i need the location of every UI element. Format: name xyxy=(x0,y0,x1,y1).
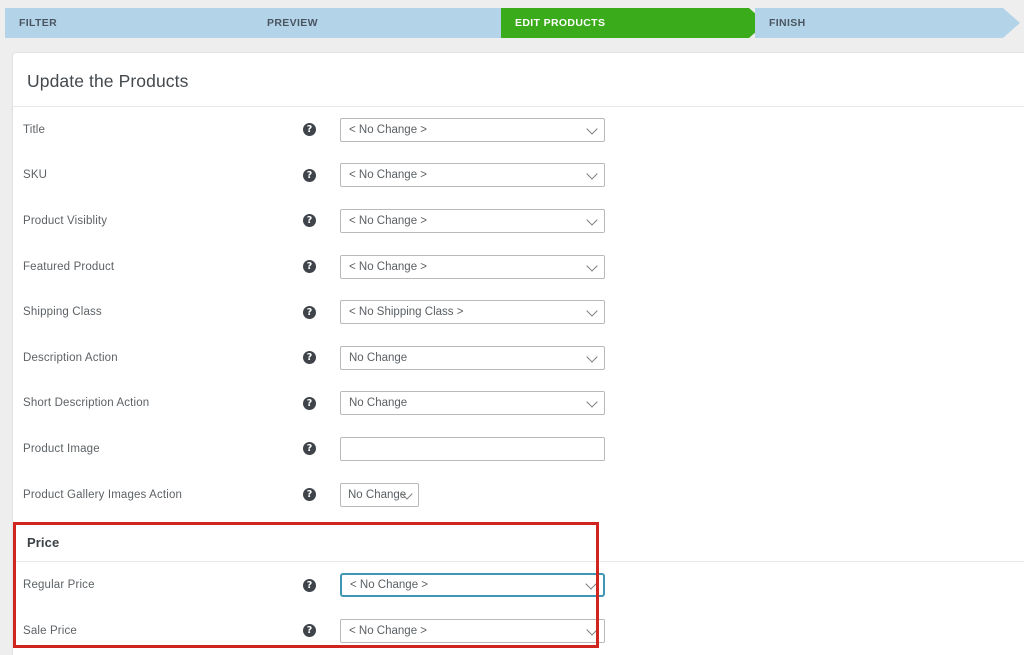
select-value: < No Change > xyxy=(350,579,429,592)
field-label-short-description-action: Short Description Action xyxy=(23,397,150,410)
select-value: < No Change > xyxy=(349,214,428,227)
price-section: Price Regular Price? < No Change > Sale Pr… xyxy=(13,517,1024,653)
help-icon[interactable]: ? xyxy=(303,488,316,502)
field-row-title: Title? < No Change > xyxy=(13,107,1024,153)
price-fields-list: Regular Price? < No Change > Sale Price? < … xyxy=(13,562,1024,653)
field-control-wrap: No Change xyxy=(340,482,419,507)
help-icon[interactable]: ? xyxy=(303,442,316,456)
chevron-down-icon xyxy=(586,351,598,363)
field-label-description-action: Description Action xyxy=(23,351,118,364)
chevron-down-icon xyxy=(586,259,598,272)
wizard-step-filter[interactable]: FILTER xyxy=(5,8,270,38)
field-control-wrap: < No Change > xyxy=(340,573,605,598)
field-control-wrap: < No Change > xyxy=(340,163,605,188)
chevron-down-icon xyxy=(586,214,598,226)
field-label-regular-price: Regular Price xyxy=(23,579,95,592)
field-row-product-image: Product Image? xyxy=(13,426,1024,472)
help-icon[interactable]: ? xyxy=(303,168,316,182)
page-title: Update the Products xyxy=(27,71,189,91)
wizard-step-finish[interactable]: FINISH xyxy=(755,8,1020,38)
field-control-wrap: No Change xyxy=(340,345,605,370)
select-shipping-class[interactable]: < No Shipping Class > xyxy=(340,300,605,325)
select-value: < No Change > xyxy=(349,123,428,136)
input-product-image[interactable] xyxy=(340,436,605,461)
field-label-sale-price: Sale Price xyxy=(23,624,77,637)
select-value: < No Shipping Class > xyxy=(349,306,464,319)
wizard-step-label: FINISH xyxy=(769,17,806,29)
chevron-down-icon xyxy=(586,305,598,317)
field-label-featured-product: Featured Product xyxy=(23,260,115,273)
field-row-shipping-class: Shipping Class? < No Shipping Class > xyxy=(13,289,1024,335)
price-section-heading: Price xyxy=(27,535,60,551)
update-products-card: Update the Products Title? < No Change > S… xyxy=(12,52,1024,655)
wizard-step-preview[interactable]: PREVIEW xyxy=(253,8,518,38)
field-label-product-image: Product Image xyxy=(23,442,100,455)
field-row-sale-price: Sale Price? < No Change > xyxy=(13,608,1024,654)
wizard-step-label: PREVIEW xyxy=(267,17,318,29)
wizard-step-bar: FILTER PREVIEW EDIT PRODUCTS FINISH xyxy=(0,0,1024,44)
field-label-shipping-class: Shipping Class xyxy=(23,306,102,319)
select-featured-product[interactable]: < No Change > xyxy=(340,254,605,279)
select-product-visiblity[interactable]: < No Change > xyxy=(340,208,605,233)
help-icon[interactable]: ? xyxy=(303,260,316,274)
help-icon[interactable]: ? xyxy=(303,305,316,319)
field-label-product-gallery-images-action: Product Gallery Images Action xyxy=(23,488,183,501)
field-row-description-action: Description Action? No Change xyxy=(13,335,1024,381)
field-row-featured-product: Featured Product? < No Change > xyxy=(13,244,1024,290)
select-regular-price[interactable]: < No Change > xyxy=(340,573,605,598)
field-label-title: Title xyxy=(23,123,46,136)
help-icon[interactable]: ? xyxy=(303,578,316,592)
select-short-description-action[interactable]: No Change xyxy=(340,391,605,416)
select-value: No Change xyxy=(349,351,408,364)
help-icon[interactable]: ? xyxy=(303,123,316,137)
wizard-step-label: EDIT PRODUCTS xyxy=(515,17,606,29)
select-value: < No Change > xyxy=(349,169,428,182)
select-sku[interactable]: < No Change > xyxy=(340,163,605,188)
chevron-down-icon xyxy=(586,123,598,135)
product-fields-list: Title? < No Change > SKU? < No Change > Prod… xyxy=(13,107,1024,517)
select-product-gallery-images-action[interactable]: No Change xyxy=(340,482,419,507)
help-icon[interactable]: ? xyxy=(303,351,316,365)
wizard-step-edit-products[interactable]: EDIT PRODUCTS xyxy=(501,8,766,38)
select-value: No Change xyxy=(349,397,408,410)
field-control-wrap: < No Shipping Class > xyxy=(340,300,605,325)
select-value: < No Change > xyxy=(349,260,428,273)
wizard-step-label: FILTER xyxy=(19,17,58,29)
field-label-sku: SKU xyxy=(23,169,48,182)
field-row-product-visiblity: Product Visiblity? < No Change > xyxy=(13,198,1024,244)
field-row-sku: SKU? < No Change > xyxy=(13,153,1024,199)
help-icon[interactable]: ? xyxy=(303,396,316,410)
field-control-wrap: < No Change > xyxy=(340,254,605,279)
select-value: < No Change > xyxy=(349,624,428,637)
field-row-product-gallery-images-action: Product Gallery Images Action? No Change xyxy=(13,472,1024,518)
field-control-wrap xyxy=(340,436,605,461)
field-label-product-visiblity: Product Visiblity xyxy=(23,214,108,227)
chevron-down-icon xyxy=(585,578,597,590)
chevron-down-icon xyxy=(586,624,598,636)
field-row-regular-price: Regular Price? < No Change > xyxy=(13,562,1024,608)
select-title[interactable]: < No Change > xyxy=(340,117,605,142)
select-value: No Change xyxy=(348,488,407,501)
select-sale-price[interactable]: < No Change > xyxy=(340,618,605,643)
field-control-wrap: < No Change > xyxy=(340,618,605,643)
chevron-down-icon xyxy=(586,168,598,181)
help-icon[interactable]: ? xyxy=(303,624,316,638)
help-icon[interactable]: ? xyxy=(303,214,316,228)
field-control-wrap: < No Change > xyxy=(340,117,605,142)
chevron-down-icon xyxy=(586,396,598,409)
field-row-short-description-action: Short Description Action? No Change xyxy=(13,381,1024,427)
field-control-wrap: No Change xyxy=(340,391,605,416)
field-control-wrap: < No Change > xyxy=(340,208,605,233)
select-description-action[interactable]: No Change xyxy=(340,345,605,370)
